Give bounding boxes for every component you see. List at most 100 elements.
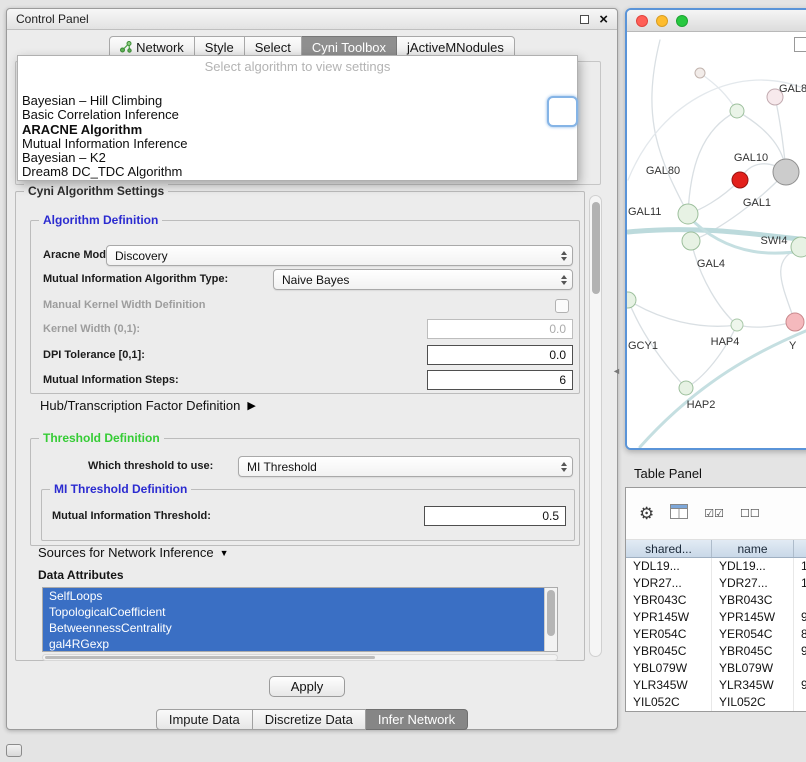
table-cell: YDL19...: [626, 558, 712, 575]
network-canvas[interactable]: GAL8GAL80GAL10GAL11GAL1SWI4GAL4GCY1HAP4Y…: [627, 32, 806, 448]
table-row[interactable]: YBR045CYBR045C9.: [626, 643, 806, 660]
mi-type-select[interactable]: Naive Bayes: [273, 269, 573, 290]
algorithm-placeholder: Select algorithm to view settings: [18, 56, 577, 74]
bottom-tab-infer-network[interactable]: Infer Network: [366, 709, 468, 730]
minimized-panel-icon[interactable]: [6, 744, 22, 757]
network-node[interactable]: [679, 381, 693, 395]
aracne-mode-select[interactable]: Discovery: [106, 245, 573, 266]
table-cell: 9.: [794, 677, 806, 694]
gear-icon[interactable]: ⚙: [639, 504, 654, 524]
table-row[interactable]: YIL052CYIL052C: [626, 694, 806, 711]
table-cell: [794, 694, 806, 711]
table-cell: YPR145W: [712, 609, 794, 626]
table-cell: YER054C: [626, 626, 712, 643]
table-row[interactable]: YBR043CYBR043C: [626, 592, 806, 609]
network-edge: [686, 325, 737, 388]
network-node[interactable]: [695, 68, 705, 78]
attribute-item-betweennesscentrality[interactable]: BetweennessCentrality: [43, 620, 544, 636]
scrollbar-thumb[interactable]: [547, 590, 555, 636]
settings-scrollbar[interactable]: [589, 195, 602, 657]
algorithm-option-aracne-algorithm[interactable]: ARACNE Algorithm: [21, 123, 187, 137]
minimize-traffic-light[interactable]: [656, 15, 668, 27]
network-node[interactable]: [791, 237, 806, 257]
tab-label: Select: [255, 40, 291, 55]
data-attributes-items: SelfLoopsTopologicalCoefficientBetweenne…: [43, 588, 557, 652]
algorithm-option-dream8-dc-tdc-algorithm[interactable]: Dream8 DC_TDC Algorithm: [21, 165, 187, 179]
algorithm-option-mutual-information-inference[interactable]: Mutual Information Inference: [21, 137, 187, 151]
zoom-traffic-light[interactable]: [676, 15, 688, 27]
table-row[interactable]: YBL079WYBL079W: [626, 660, 806, 677]
combo-arrows-icon: [561, 462, 567, 472]
float-window-icon[interactable]: [580, 15, 589, 24]
column-browser-icon[interactable]: [670, 504, 688, 524]
column-header-shared-name[interactable]: shared...: [626, 540, 712, 557]
list-horizontal-scrollbar[interactable]: [42, 654, 558, 661]
deselect-all-icon[interactable]: ☐☐: [740, 507, 760, 520]
bottom-tab-impute-data[interactable]: Impute Data: [156, 709, 253, 730]
hub-definition-toggle[interactable]: Hub/Transcription Factor Definition ▶: [40, 398, 256, 413]
which-threshold-label: Which threshold to use:: [88, 456, 213, 477]
network-node[interactable]: [627, 292, 636, 308]
focused-control[interactable]: [547, 96, 578, 127]
table-row[interactable]: YLR345WYLR345W9.: [626, 677, 806, 694]
which-threshold-select[interactable]: MI Threshold: [238, 456, 573, 477]
table-cell: YLR345W: [712, 677, 794, 694]
network-edge: [691, 241, 737, 325]
attribute-item-gal4rgexp[interactable]: gal4RGexp: [43, 636, 544, 652]
threshold-definition-group: Threshold Definition Which threshold to …: [30, 438, 580, 546]
sources-toggle[interactable]: Sources for Network Inference ▼: [38, 545, 229, 560]
node-label-hap4: HAP4: [711, 336, 740, 348]
close-icon[interactable]: ×: [599, 12, 608, 27]
network-node[interactable]: [682, 232, 700, 250]
scrollbar-thumb[interactable]: [592, 202, 600, 294]
scrollbar-thumb[interactable]: [45, 656, 375, 659]
algorithm-option-bayesian-k2[interactable]: Bayesian – K2: [21, 151, 187, 165]
column-header-name[interactable]: name: [712, 540, 794, 557]
column-header-clipped[interactable]: [794, 540, 806, 557]
data-attributes-list[interactable]: SelfLoopsTopologicalCoefficientBetweenne…: [42, 587, 558, 652]
mi-threshold-input[interactable]: 0.5: [424, 506, 566, 526]
attribute-item-topologicalcoefficient[interactable]: TopologicalCoefficient: [43, 604, 544, 620]
network-node[interactable]: [678, 204, 698, 224]
table-row[interactable]: YER054CYER054C8.: [626, 626, 806, 643]
network-window-titlebar[interactable]: [627, 10, 806, 32]
tab-label: Network: [136, 40, 184, 55]
table-body: YDL19...YDL19...13YDR27...YDR27...12YBR0…: [626, 558, 806, 711]
table-cell: YBR045C: [712, 643, 794, 660]
apply-button[interactable]: Apply: [269, 676, 345, 697]
algorithm-option-bayesian-hill-climbing[interactable]: Bayesian – Hill Climbing: [21, 94, 187, 108]
table-cell: [794, 592, 806, 609]
network-view-window: GAL8GAL80GAL10GAL11GAL1SWI4GAL4GCY1HAP4Y…: [625, 8, 806, 450]
settings-group-title: Cyni Algorithm Settings: [24, 184, 168, 198]
splitter-handle[interactable]: ◄: [612, 366, 621, 376]
kernel-width-input[interactable]: 0.0: [427, 319, 573, 339]
bottom-tab-bar: Impute DataDiscretize DataInfer Network: [7, 709, 617, 730]
network-node[interactable]: [730, 104, 744, 118]
close-traffic-light[interactable]: [636, 15, 648, 27]
node-label-gal11: GAL11: [628, 206, 661, 218]
table-row[interactable]: YPR145WYPR145W9.: [626, 609, 806, 626]
threshold-definition-title: Threshold Definition: [39, 431, 164, 445]
manual-kernel-checkbox[interactable]: [555, 299, 569, 313]
network-node[interactable]: [786, 313, 804, 331]
node-label-gal4: GAL4: [697, 258, 725, 270]
table-row[interactable]: YDR27...YDR27...12: [626, 575, 806, 592]
mi-steps-input[interactable]: 6: [427, 370, 573, 390]
attribute-item-selfloops[interactable]: SelfLoops: [43, 588, 544, 604]
dpi-tolerance-input[interactable]: 0.0: [427, 345, 573, 365]
bottom-tab-discretize-data[interactable]: Discretize Data: [253, 709, 366, 730]
network-node[interactable]: [731, 319, 743, 331]
network-node[interactable]: [773, 159, 799, 185]
algorithm-option-basic-correlation-inference[interactable]: Basic Correlation Inference: [21, 108, 187, 122]
table-cell: YER054C: [712, 626, 794, 643]
table-row[interactable]: YDL19...YDL19...13: [626, 558, 806, 575]
control-panel-titlebar[interactable]: Control Panel ×: [7, 9, 617, 30]
birdseye-toggle[interactable]: [794, 37, 806, 52]
select-all-icon[interactable]: ☑☑: [704, 507, 724, 520]
table-cell: 13: [794, 558, 806, 575]
network-node[interactable]: [732, 172, 748, 188]
mi-threshold-title: MI Threshold Definition: [50, 482, 191, 496]
list-vertical-scrollbar[interactable]: [544, 588, 557, 651]
table-cell: 9.: [794, 609, 806, 626]
table-cell: 9.: [794, 643, 806, 660]
